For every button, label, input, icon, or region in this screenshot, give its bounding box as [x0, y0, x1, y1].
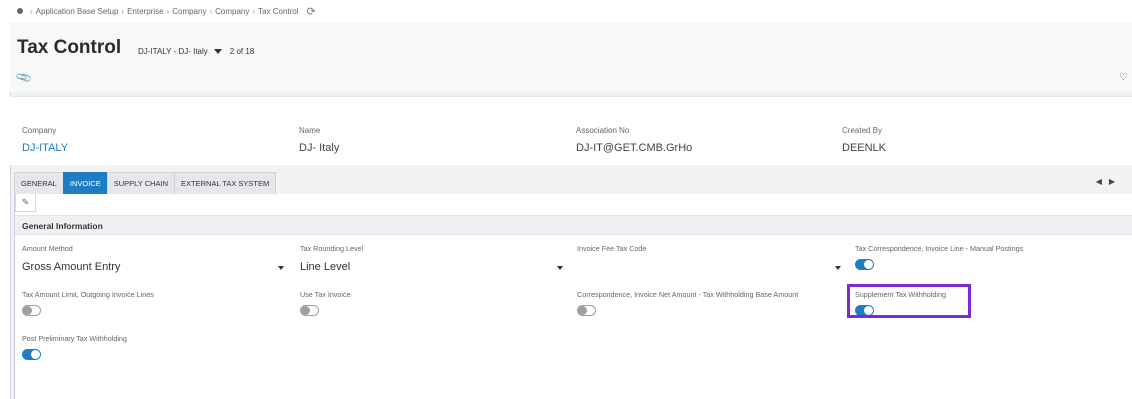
field-label: Invoice Fee Tax Code	[577, 244, 647, 253]
refresh-icon[interactable]: ⟳	[307, 5, 316, 18]
highlight-box	[847, 284, 971, 318]
tab-general[interactable]: GENERAL	[14, 172, 64, 196]
field-label: Tax Correspondence, Invoice Line - Manua…	[855, 244, 1024, 253]
breadcrumb-item[interactable]: Company	[172, 7, 206, 16]
tab-supply-chain[interactable]: SUPPLY CHAIN	[106, 172, 176, 196]
toggle-knob	[31, 350, 40, 359]
tax-amount-limit-field: Tax Amount Limit, Outgoing Invoice Lines	[22, 290, 154, 316]
company-field: Company DJ-ITALY	[22, 126, 68, 154]
dropdown-arrow-icon[interactable]	[835, 266, 841, 270]
section-title: General Information	[15, 215, 1132, 235]
title-area: Tax Control DJ-ITALY - DJ- Italy 2 of 18 …	[10, 22, 1132, 92]
use-tax-invoice-field: Use Tax Invoice	[300, 290, 351, 316]
arrow-right-icon[interactable]: ▶	[1109, 177, 1122, 186]
field-label: Amount Method	[22, 244, 73, 253]
company-link[interactable]: DJ-ITALY	[22, 142, 68, 154]
dropdown-arrow-icon[interactable]	[557, 266, 563, 270]
breadcrumb: › Application Base Setup › Enterprise › …	[10, 0, 1132, 23]
arrow-left-icon[interactable]: ◀	[1096, 177, 1109, 186]
toggle-switch[interactable]	[300, 305, 319, 316]
breadcrumb-item[interactable]: Enterprise	[127, 7, 163, 16]
post-preliminary-tax-withholding-field: Post Preliminary Tax Withholding	[22, 334, 127, 360]
paperclip-icon[interactable]: 📎	[15, 68, 33, 86]
name-field: Name DJ- Italy	[299, 126, 339, 154]
toggle-knob	[578, 306, 587, 315]
field-label: Post Preliminary Tax Withholding	[22, 334, 127, 343]
home-icon[interactable]	[17, 8, 23, 14]
correspondence-net-amount-field: Correspondence, Invoice Net Amount - Tax…	[577, 290, 798, 316]
record-header-card: Company DJ-ITALY Name DJ- Italy Associat…	[10, 96, 1132, 165]
tax-rounding-level-value[interactable]: Line Level	[300, 261, 363, 273]
association-no-field: Association No DJ-IT@GET.CMB.GrHo	[576, 126, 692, 154]
toggle-knob	[301, 306, 310, 315]
field-label: Tax Amount Limit, Outgoing Invoice Lines	[22, 290, 154, 299]
breadcrumb-item[interactable]: Company	[215, 7, 249, 16]
amount-method-value[interactable]: Gross Amount Entry	[22, 261, 120, 273]
toggle-knob	[864, 260, 873, 269]
tab-invoice[interactable]: INVOICE	[62, 172, 108, 196]
toggle-switch[interactable]	[22, 305, 41, 316]
dropdown-arrow-icon[interactable]	[278, 266, 284, 270]
heart-icon[interactable]: ♡	[1119, 72, 1128, 83]
field-label: Correspondence, Invoice Net Amount - Tax…	[577, 290, 799, 299]
created-by-field: Created By DEENLK	[842, 126, 886, 154]
field-value: DJ- Italy	[299, 142, 340, 154]
field-label: Use Tax Invoice	[300, 290, 351, 299]
field-value: DJ-IT@GET.CMB.GrHo	[576, 142, 693, 154]
chevron-down-icon[interactable]	[213, 49, 222, 55]
field-label: Company	[22, 126, 57, 135]
amount-method-field[interactable]: Amount Method Gross Amount Entry	[22, 244, 120, 273]
field-label: Created By	[842, 126, 883, 135]
field-label: Association No	[576, 126, 630, 135]
page-title: Tax Control	[17, 37, 122, 58]
toggle-switch[interactable]	[22, 349, 41, 360]
tab-external-tax-system[interactable]: EXTERNAL TAX SYSTEM	[174, 172, 277, 196]
breadcrumb-item[interactable]: Tax Control	[258, 7, 298, 16]
record-selector[interactable]: DJ-ITALY - DJ- Italy 2 of 18	[138, 47, 254, 56]
record-name: DJ-ITALY - DJ- Italy	[138, 47, 208, 56]
field-label: Name	[299, 126, 321, 135]
tab-bar: GENERAL INVOICE SUPPLY CHAIN EXTERNAL TA…	[14, 172, 277, 196]
field-value: DEENLK	[842, 142, 887, 154]
edit-pencil-icon[interactable]: ✎	[15, 194, 36, 212]
field-label: Tax Rounding Level	[300, 244, 364, 253]
record-position: 2 of 18	[229, 47, 255, 56]
toggle-switch[interactable]	[577, 305, 596, 316]
tax-correspondence-manual-field: Tax Correspondence, Invoice Line - Manua…	[855, 244, 1023, 270]
invoice-fee-tax-code-field[interactable]: Invoice Fee Tax Code	[577, 244, 646, 261]
tab-scroll-arrows[interactable]: ◀▶	[1096, 177, 1122, 186]
toggle-switch[interactable]	[855, 259, 874, 270]
toggle-knob	[23, 306, 32, 315]
tax-rounding-level-field[interactable]: Tax Rounding Level Line Level	[300, 244, 363, 273]
breadcrumb-item[interactable]: Application Base Setup	[36, 7, 119, 16]
